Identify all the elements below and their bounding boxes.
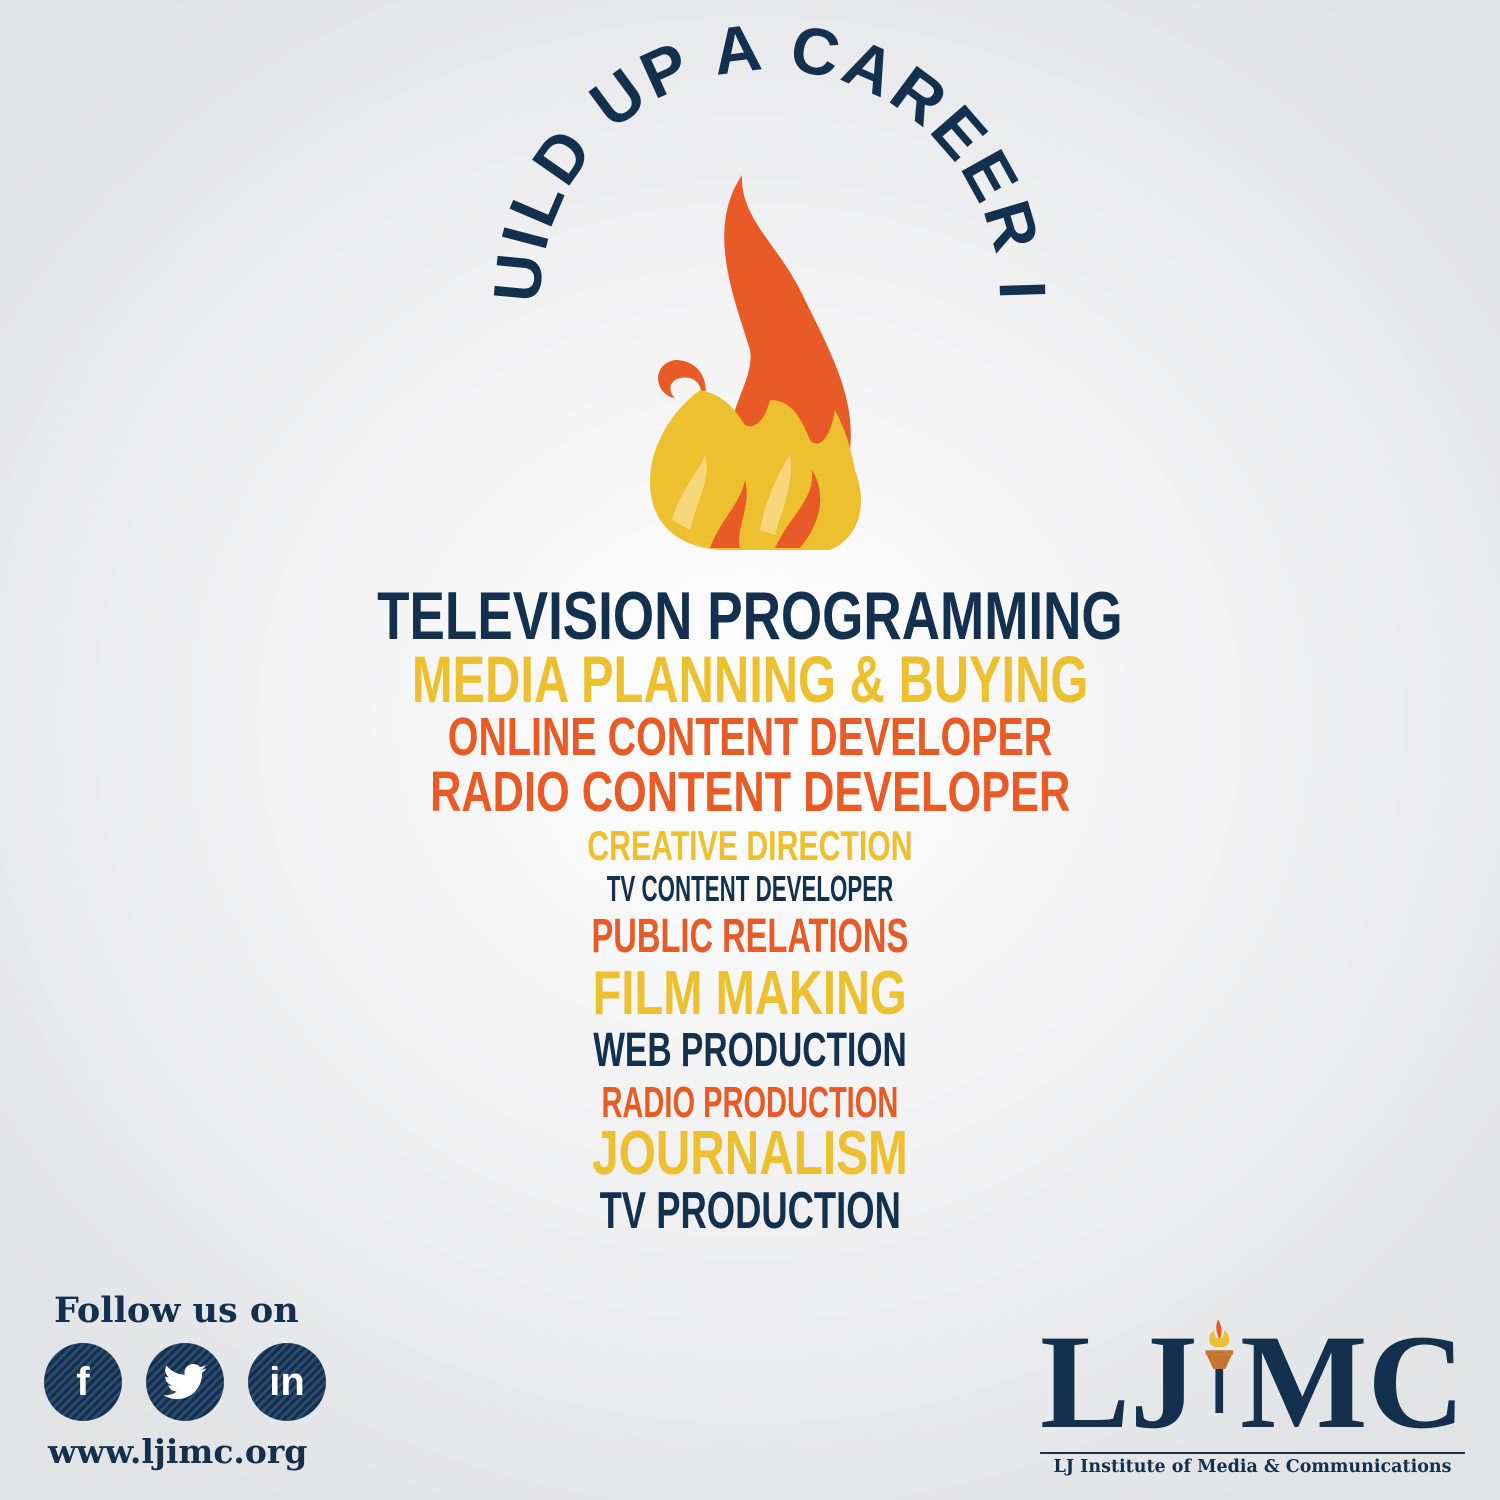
headline-text: BUILD UP A CAREER IN bbox=[0, 0, 1060, 305]
career-television-programming: TELEVISION PROGRAMMING bbox=[377, 578, 1123, 654]
website-link[interactable]: www.ljimc.org bbox=[48, 1432, 307, 1471]
career-web-production: WEB PRODUCTION bbox=[593, 1024, 907, 1077]
career-radio-content: RADIO CONTENT DEVELOPER bbox=[429, 760, 1071, 824]
facebook-icon[interactable]: f bbox=[44, 1343, 122, 1421]
logo-right-letters: MC bbox=[1240, 1308, 1465, 1457]
career-list: TELEVISION PROGRAMMING MEDIA PLANNING & … bbox=[0, 582, 1500, 1237]
twitter-icon[interactable] bbox=[146, 1343, 224, 1421]
career-tv-production: TV PRODUCTION bbox=[599, 1182, 901, 1240]
facebook-glyph: f bbox=[76, 1359, 90, 1404]
twitter-bird-icon bbox=[163, 1364, 207, 1400]
career-creative-direction: CREATIVE DIRECTION bbox=[587, 822, 913, 869]
career-media-planning: MEDIA PLANNING & BUYING bbox=[411, 642, 1089, 716]
career-public-relations: PUBLIC RELATIONS bbox=[591, 910, 909, 963]
logo-left-letters: LJ bbox=[1040, 1308, 1198, 1457]
flame-icon bbox=[650, 175, 861, 550]
career-journalism: JOURNALISM bbox=[592, 1119, 908, 1188]
follow-label: Follow us on bbox=[54, 1290, 299, 1331]
logo-tagline: LJ Institute of Media & Communications bbox=[1040, 1452, 1465, 1477]
linkedin-icon[interactable]: in bbox=[248, 1343, 326, 1421]
social-links: f in bbox=[44, 1343, 326, 1421]
torch-icon bbox=[1205, 1319, 1233, 1414]
ljimc-logo: LJ MC bbox=[1040, 1315, 1465, 1450]
career-film-making: FILM MAKING bbox=[592, 959, 908, 1028]
linkedin-glyph: in bbox=[269, 1359, 305, 1404]
career-online-content: ONLINE CONTENT DEVELOPER bbox=[447, 707, 1053, 767]
career-tv-content: TV CONTENT DEVELOPER bbox=[606, 868, 894, 909]
